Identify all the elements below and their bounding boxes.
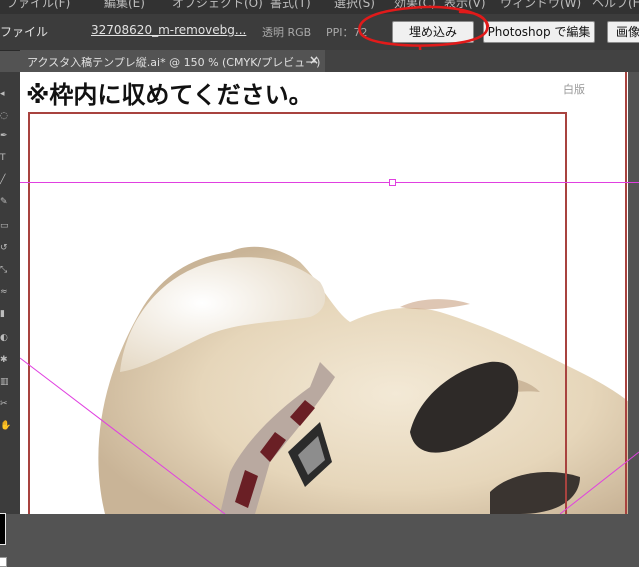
gradient-tool-icon[interactable]: ▮ (0, 310, 8, 319)
document-tab-bar: アクスタ入稿テンプレ縦.ai* @ 150 % (CMYK/プレビュー) × (20, 50, 639, 72)
document-tab-title: アクスタ入稿テンプレ縦.ai* @ 150 % (CMYK/プレビュー) (27, 56, 321, 69)
blend-tool-icon[interactable]: ◐ (0, 334, 8, 343)
fill-swatch[interactable] (0, 513, 6, 545)
pen-tool-icon[interactable]: ✒ (0, 132, 8, 141)
type-tool-icon[interactable]: T (0, 154, 8, 163)
graph-tool-icon[interactable]: ▥ (0, 378, 9, 387)
none-color-icon[interactable] (0, 557, 7, 567)
selection-tool-icon[interactable]: ◂ (0, 90, 8, 99)
line-tool-icon[interactable]: ╱ (0, 176, 8, 185)
slice-tool-icon[interactable]: ✂ (0, 400, 8, 409)
scale-tool-icon[interactable]: ⤡ (0, 266, 8, 275)
hand-tool-icon[interactable]: ✋ (0, 422, 11, 431)
document-tab[interactable]: アクスタ入稿テンプレ縦.ai* @ 150 % (CMYK/プレビュー) × (20, 50, 325, 72)
symbol-tool-icon[interactable]: ✱ (0, 356, 8, 365)
width-tool-icon[interactable]: ≈ (0, 288, 8, 297)
artboard-canvas[interactable]: ※枠内に収めてください。 白版 (20, 72, 639, 514)
diagonal-guides (20, 357, 639, 514)
lasso-tool-icon[interactable]: ◌ (0, 112, 8, 121)
tools-panel: ◂ ◌ ✒ T ╱ ✎ ▭ ↺ ⤡ ≈ ▮ ◐ ✱ ▥ ✂ ✋ (0, 72, 20, 567)
rotate-tool-icon[interactable]: ↺ (0, 244, 8, 253)
shape-tool-icon[interactable]: ▭ (0, 222, 9, 231)
brush-tool-icon[interactable]: ✎ (0, 198, 8, 207)
close-tab-icon[interactable]: × (309, 53, 319, 67)
